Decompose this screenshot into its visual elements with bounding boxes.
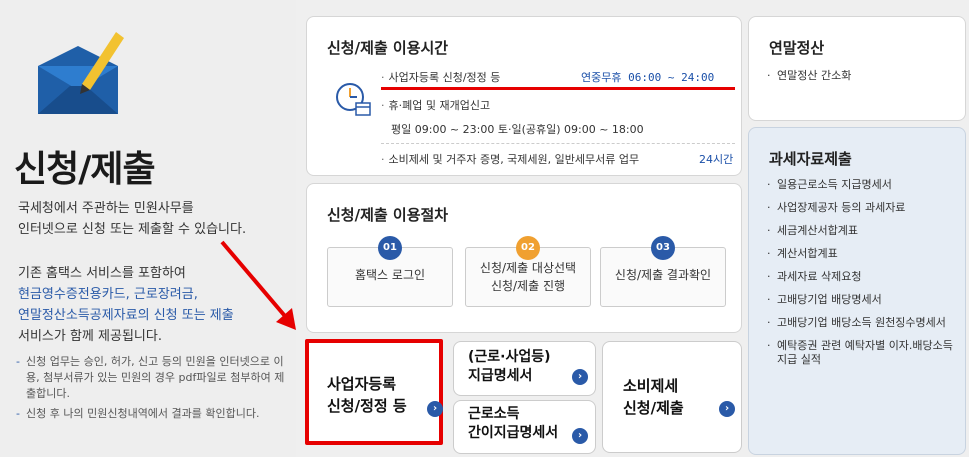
time-row-business: · 사업자등록 신청/정정 등 연중무휴 06:00 ~ 24:00 [381,71,715,84]
chevron-right-icon: › [572,369,588,385]
mail-pencil-icon [38,32,124,114]
chevron-right-icon: › [427,401,443,417]
yearend-list: 연말정산 간소화 [767,69,851,92]
list-item[interactable]: 고배당기업 배당명세서 [767,293,962,307]
business-registration-button[interactable]: 사업자등록 신청/정정 등 › [305,339,443,445]
time-row-closure: · 휴·폐업 및 재개업신고 [381,99,491,112]
usage-time-panel: 신청/제출 이용시간 · 사업자등록 신청/정정 등 연중무휴 06:00 ~ 2… [306,16,742,176]
clock-calendar-icon [336,83,371,116]
payment-statement-button[interactable]: (근로·사업등) 지급명세서 › [453,341,596,396]
yearend-title: 연말정산 [769,39,825,57]
procedure-title: 신청/제출 이용절차 [327,206,449,224]
red-arrow-icon [220,240,296,330]
usage-time-title: 신청/제출 이용시간 [327,39,449,57]
step-select: 02 신청/제출 대상선택 신청/제출 진행 [465,236,591,307]
tax-data-panel: 과세자료제출 일용근로소득 지급명세서 사업장제공자 등의 과세자료 세금계산서… [748,127,966,455]
divider [381,143,735,144]
left-panel: 신청/제출 국세청에서 주관하는 민원사무를 인터넷으로 신청 또는 제출할 수… [0,0,296,457]
list-item-yearend-simplify[interactable]: 연말정산 간소화 [767,69,851,83]
note-item: 신청 업무는 승인, 허가, 신고 등의 민원을 인터넷으로 이용, 첨부서류가… [16,354,286,402]
list-item[interactable]: 예탁증권 관련 예탁자별 이자.배당소득 지급 실적 [767,339,962,367]
procedure-panel: 신청/제출 이용절차 01 홈택스 로그인 02 신청/제출 대상선택 신청/제… [306,183,742,333]
note-item: 신청 후 나의 민원신청내역에서 결과를 확인합니다. [16,406,286,422]
notes-list: 신청 업무는 승인, 허가, 신고 등의 민원을 인터넷으로 이용, 첨부서류가… [16,354,286,426]
chevron-right-icon: › [719,401,735,417]
step-result: 03 신청/제출 결과확인 [600,236,726,307]
time-row-closure-hours: 평일 09:00 ~ 23:00 토·일(공휴일) 09:00 ~ 18:00 [391,123,644,136]
tax-data-list: 일용근로소득 지급명세서 사업장제공자 등의 과세자료 세금계산서합계표 계산서… [767,178,962,376]
list-item[interactable]: 과세자료 삭제요청 [767,270,962,284]
page-title: 신청/제출 [14,149,156,190]
list-item[interactable]: 고배당기업 배당소득 원천징수명세서 [767,316,962,330]
list-item[interactable]: 계산서합계표 [767,247,962,261]
list-item[interactable]: 일용근로소득 지급명세서 [767,178,962,192]
list-item[interactable]: 세금계산서합계표 [767,224,962,238]
yearend-panel: 연말정산 연말정산 간소화 [748,16,966,121]
intro-text: 국세청에서 주관하는 민원사무를 인터넷으로 신청 또는 제출할 수 있습니다. [18,201,247,237]
tax-data-title: 과세자료제출 [769,150,852,168]
consumption-tax-button[interactable]: 소비제세 신청/제출 › [602,341,742,453]
chevron-right-icon: › [572,428,588,444]
list-item[interactable]: 사업장제공자 등의 과세자료 [767,201,962,215]
step-login: 01 홈택스 로그인 [327,236,453,307]
highlight-underline [381,87,735,90]
time-row-other: · 소비제세 및 거주자 증명, 국제세원, 일반세무서류 업무 24시간 [381,153,734,166]
simple-payment-statement-button[interactable]: 근로소득 간이지급명세서 › [453,400,596,454]
